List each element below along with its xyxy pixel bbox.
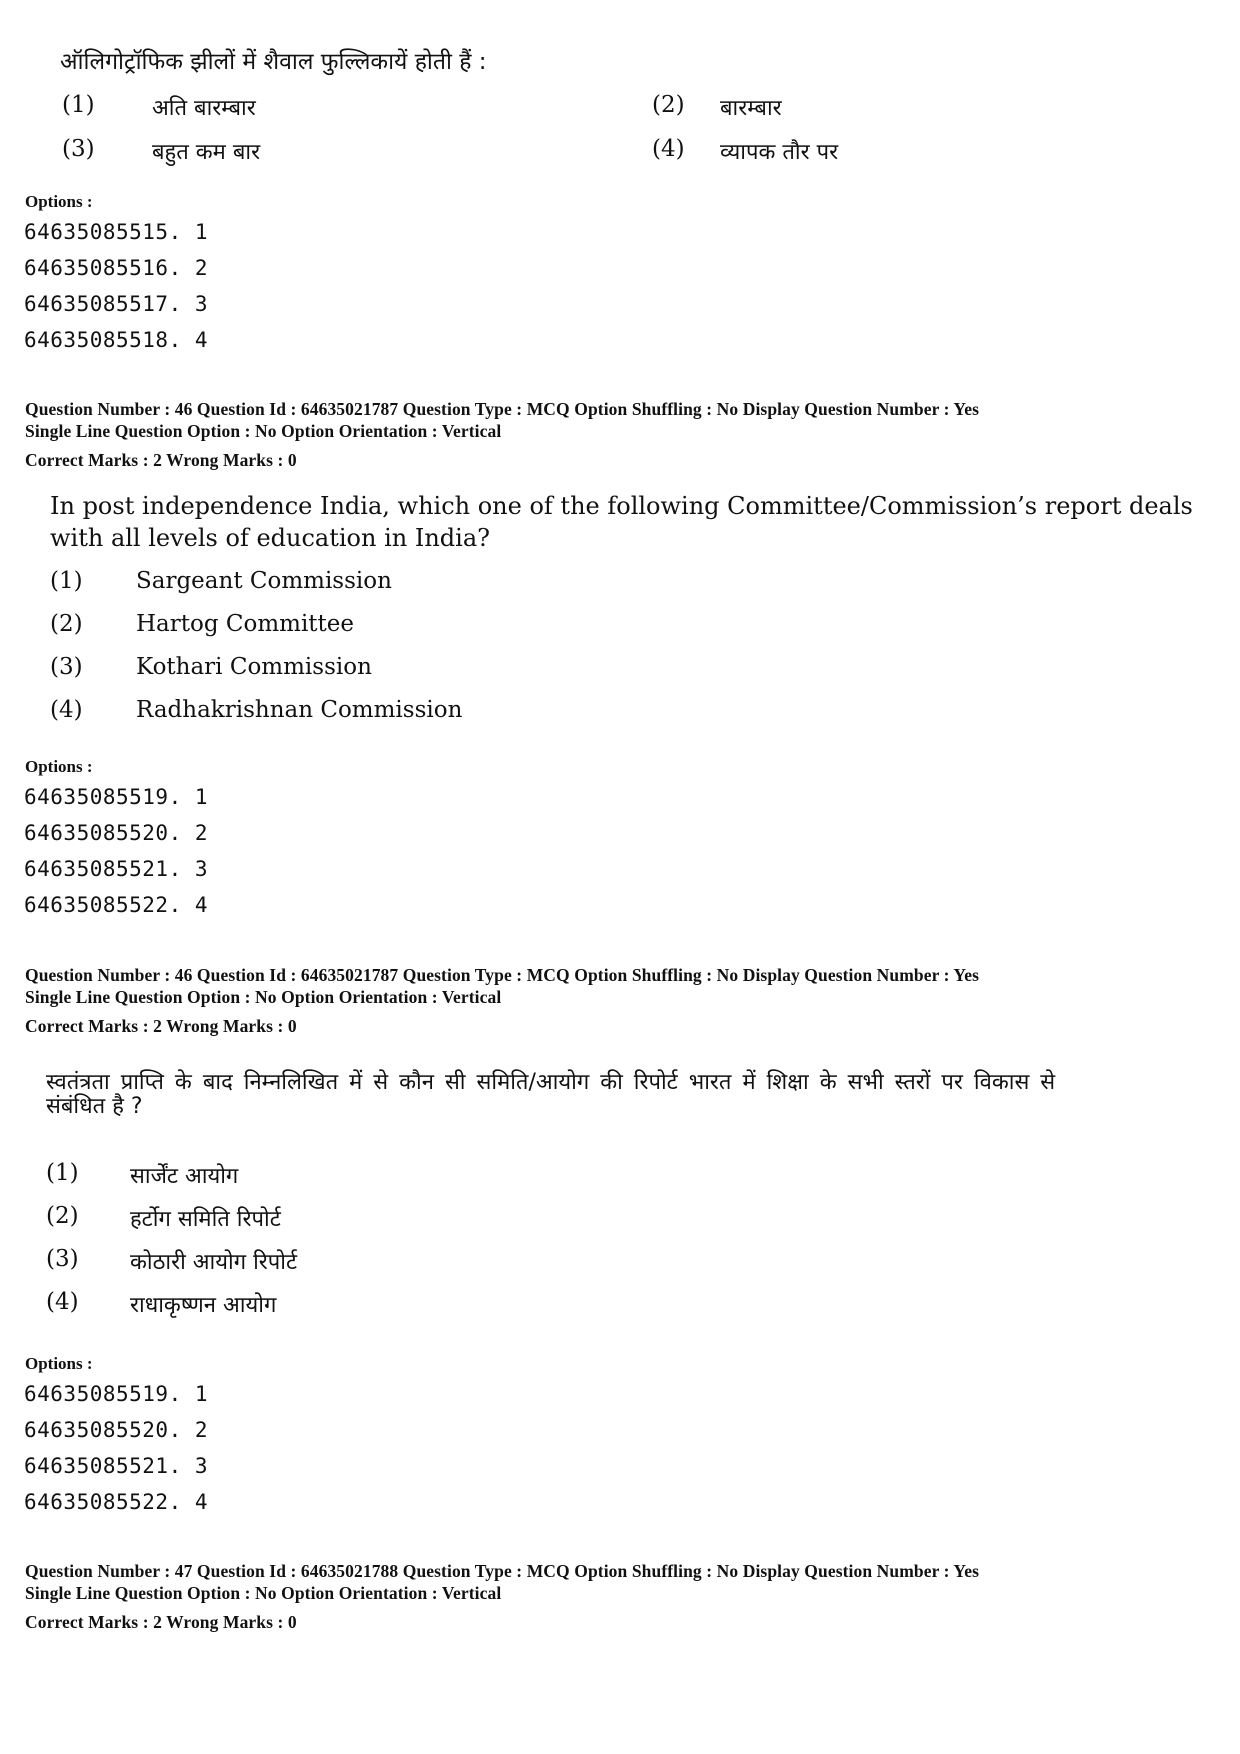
question-meta-line1: Question Number : 46 Question Id : 64635… [25,965,979,985]
choice-text: कोठारी आयोग रिपोर्ट [130,1250,298,1275]
choice-text: व्यापक तौर पर [720,140,839,165]
choice-text: Radhakrishnan Commission [136,697,463,723]
question-marks: Correct Marks : 2 Wrong Marks : 0 [25,450,297,470]
choice-text: Hartog Committee [136,611,355,637]
option-id: 64635085521. 3 [24,857,209,881]
option-id: 64635085520. 2 [24,821,209,845]
option-id: 64635085520. 2 [24,1418,209,1442]
question-text-line2: संबंधित है ? [46,1094,143,1119]
choice-text: हर्टोग समिति रिपोर्ट [130,1207,281,1232]
question-meta-line1: Question Number : 46 Question Id : 64635… [25,399,979,419]
options-label: Options : [25,192,93,211]
option-id: 64635085515. 1 [24,220,209,244]
choice-number: (4) [46,1289,79,1315]
choice-text: राधाकृष्णन आयोग [130,1293,277,1318]
choice-text: बहुत कम बार [152,140,261,165]
question-text-line1: स्वतंत्रता प्राप्ति के बाद निम्नलिखित मे… [46,1070,1056,1095]
option-id: 64635085518. 4 [24,328,209,352]
option-id: 64635085522. 4 [24,893,209,917]
question-meta-line2: Single Line Question Option : No Option … [25,1583,502,1603]
option-id: 64635085517. 3 [24,292,209,316]
choice-text: अति बारम्बार [152,96,256,121]
question-meta-line2: Single Line Question Option : No Option … [25,987,502,1007]
choice-number: (2) [50,611,83,637]
choice-number: (3) [50,654,83,680]
options-label: Options : [25,757,93,776]
question-marks: Correct Marks : 2 Wrong Marks : 0 [25,1612,297,1632]
question-meta-line1: Question Number : 47 Question Id : 64635… [25,1561,979,1581]
option-id: 64635085522. 4 [24,1490,209,1514]
choice-text: सार्जेंट आयोग [130,1164,239,1189]
choice-number: (4) [652,136,685,162]
question-text: ऑलिगोट्रॉफिक झीलों में शैवाल फुल्लिकायें… [60,49,487,75]
choice-number: (4) [50,697,83,723]
choice-text: Sargeant Commission [136,568,392,594]
question-marks: Correct Marks : 2 Wrong Marks : 0 [25,1016,297,1036]
question-meta-line2: Single Line Question Option : No Option … [25,421,502,441]
option-id: 64635085516. 2 [24,256,209,280]
choice-number: (2) [46,1203,79,1229]
question-text-line2: with all levels of education in India? [50,524,491,552]
choice-number: (3) [46,1246,79,1272]
option-id: 64635085519. 1 [24,1382,209,1406]
choice-number: (1) [62,92,95,118]
choice-number: (3) [62,136,95,162]
option-id: 64635085521. 3 [24,1454,209,1478]
choice-number: (1) [46,1160,79,1186]
choice-number: (1) [50,568,83,594]
option-id: 64635085519. 1 [24,785,209,809]
choice-text: Kothari Commission [136,654,372,680]
options-label: Options : [25,1354,93,1373]
choice-number: (2) [652,92,685,118]
choice-text: बारम्बार [720,96,782,121]
question-text-line1: In post independence India, which one of… [50,492,1193,520]
